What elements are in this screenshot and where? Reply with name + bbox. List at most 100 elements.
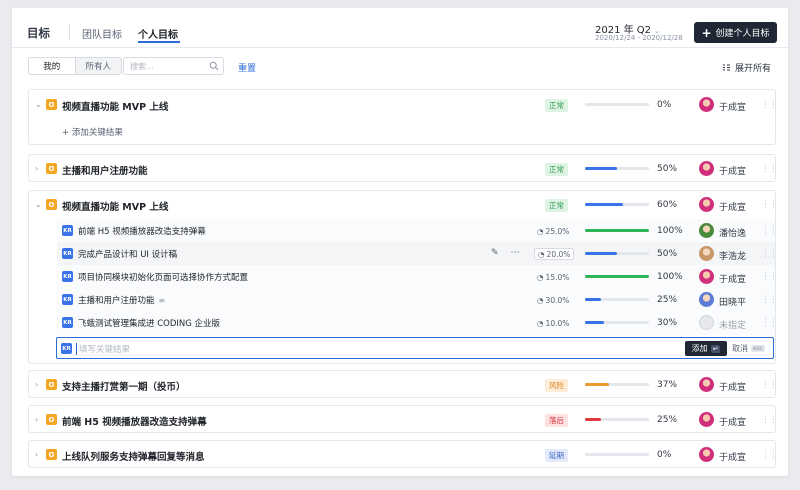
key-result-row[interactable]: KR 飞蛾测试管理集成进 CODING 企业版 ◔ 10.0% 30% 未指定 ⋮… — [57, 311, 778, 335]
progress-fill — [585, 275, 649, 278]
drag-handle-icon[interactable]: ⋮⋮ — [761, 249, 778, 259]
objective-row[interactable]: › O 支持主播打赏第一期（投币） 风险 37% 于成宣 ⋮⋮ — [29, 373, 778, 397]
progress-percent: 0% — [657, 100, 672, 110]
objective-card: › O 上线队列服务支持弹幕回复等消息 延期 0% 于成宣 ⋮⋮ — [28, 440, 778, 468]
status-badge[interactable]: 正常 — [545, 163, 568, 176]
drag-handle-icon[interactable]: ⋮⋮ — [761, 272, 778, 282]
chevron-down-icon[interactable]: ⌄ — [35, 200, 42, 209]
objective-row[interactable]: ⌄ O 视频直播功能 MVP 上线 正常 60% 于成宣 ⋮⋮ — [29, 193, 778, 217]
key-result-row[interactable]: KR 项目协同模块初始化页面可选择协作方式配置 ◔ 15.0% 100% 于成宣 … — [57, 265, 778, 289]
objective-card: ⌄ O 视频直播功能 MVP 上线 正常 0% 于成宣 ⋮⋮ + 添加关键结果 — [28, 89, 778, 145]
cancel-button-label: 取消 — [732, 344, 748, 353]
progress-fill — [585, 321, 605, 324]
tab-team-goals[interactable]: 团队目标 — [82, 26, 122, 41]
chevron-right-icon[interactable]: › — [35, 450, 38, 459]
progress-percent: 37% — [657, 380, 678, 390]
key-result-badge: KR — [62, 294, 73, 305]
enter-key-icon: ↵ — [710, 344, 721, 353]
cancel-button[interactable]: 取消 esc — [732, 341, 766, 356]
objective-row[interactable]: › O 上线队列服务支持弹幕回复等消息 延期 0% 于成宣 ⋮⋮ — [29, 443, 778, 467]
expand-all-label: 展开所有 — [735, 64, 772, 74]
drag-handle-icon[interactable]: ⋮⋮ — [761, 100, 778, 110]
edit-icon[interactable]: ✎ — [491, 248, 499, 258]
key-result-row[interactable]: KR 前端 H5 视频播放器改造支持弹幕 ◔ 25.0% 100% 潘怡逸 ⋮⋮ — [57, 219, 778, 243]
chevron-right-icon[interactable]: › — [35, 415, 38, 424]
add-key-result-row[interactable]: + 添加关键结果 — [29, 120, 775, 144]
drag-handle-icon[interactable]: ⋮⋮ — [761, 450, 778, 460]
avatar — [699, 412, 714, 427]
reset-filters-link[interactable]: 重置 — [238, 61, 256, 74]
chevron-down-icon[interactable]: ⌄ — [35, 100, 42, 109]
add-button-label: 添加 — [691, 344, 708, 353]
progress-fill — [585, 298, 601, 301]
drag-handle-icon[interactable]: ⋮⋮ — [761, 318, 778, 328]
objective-row[interactable]: › O 主播和用户注册功能 正常 50% 于成宣 ⋮⋮ — [29, 157, 778, 181]
key-result-title: 主播和用户注册功能 — [78, 296, 155, 306]
key-result-weight[interactable]: ◔ 30.0% — [534, 294, 572, 306]
expand-all-icon — [723, 64, 730, 71]
key-result-weight[interactable]: ◔ 25.0% — [534, 225, 572, 237]
pie-icon: ◔ — [537, 295, 544, 305]
filter-mine-button[interactable]: 我的 — [29, 58, 76, 74]
drag-handle-icon[interactable]: ⋮⋮ — [761, 226, 778, 236]
objective-title: 主播和用户注册功能 — [62, 166, 148, 177]
drag-handle-icon[interactable]: ⋮⋮ — [761, 380, 778, 390]
key-result-title: 项目协同模块初始化页面可选择协作方式配置 — [78, 273, 249, 283]
key-result-weight[interactable]: ◔ 20.0% — [534, 248, 575, 260]
create-personal-goal-button[interactable]: + 创建个人目标 — [694, 22, 777, 43]
unassigned-avatar — [699, 315, 714, 330]
progress-fill — [585, 418, 601, 421]
key-result-title: 完成产品设计和 UI 设计稿 — [78, 250, 178, 260]
owner-name: 潘怡逸 — [719, 229, 747, 239]
progress-percent: 25% — [657, 415, 678, 425]
objective-row[interactable]: › O 前端 H5 视频播放器改造支持弹幕 落后 25% 于成宣 ⋮⋮ — [29, 408, 778, 432]
status-badge[interactable]: 风险 — [545, 379, 568, 392]
more-icon[interactable]: ⋯ — [511, 248, 520, 258]
owner-name: 于成宣 — [719, 275, 747, 285]
key-result-row[interactable]: KR 完成产品设计和 UI 设计稿 ✎ ⋯ ◔ 20.0% 50% 李浩龙 ⋮⋮ — [57, 242, 778, 266]
progress-percent: 0% — [657, 450, 672, 460]
chevron-right-icon[interactable]: › — [35, 380, 38, 389]
search-input[interactable]: 搜索... — [123, 57, 224, 75]
progress-bar — [585, 275, 649, 278]
progress-percent: 100% — [657, 226, 683, 236]
objective-row[interactable]: ⌄ O 视频直播功能 MVP 上线 正常 0% 于成宣 ⋮⋮ — [29, 93, 778, 117]
search-placeholder: 搜索... — [130, 61, 154, 71]
status-badge[interactable]: 延期 — [545, 449, 568, 462]
plus-icon: + — [701, 25, 712, 40]
key-result-weight[interactable]: ◔ 10.0% — [534, 317, 572, 329]
avatar — [699, 447, 714, 462]
owner-name: 于成宣 — [719, 103, 747, 113]
chevron-right-icon[interactable]: › — [35, 164, 38, 173]
description-icon: ≡ — [158, 296, 166, 305]
drag-handle-icon[interactable]: ⋮⋮ — [761, 164, 778, 174]
filter-all-button[interactable]: 所有人 — [75, 58, 121, 74]
add-key-result-button[interactable]: 添加 ↵ — [685, 341, 727, 356]
new-key-result-input[interactable]: KR 填写关键结果 添加 ↵ 取消 esc — [56, 337, 774, 359]
key-result-weight[interactable]: ◔ 15.0% — [534, 271, 572, 283]
drag-handle-icon[interactable]: ⋮⋮ — [761, 415, 778, 425]
owner-name: 于成宣 — [719, 383, 747, 393]
owner-name: 李浩龙 — [719, 252, 747, 262]
status-badge[interactable]: 落后 — [545, 414, 568, 427]
weight-value: 30.0% — [545, 295, 570, 305]
key-result-input-placeholder: 填写关键结果 — [76, 343, 130, 355]
tab-personal-goals[interactable]: 个人目标 — [138, 26, 178, 41]
objective-card: › O 前端 H5 视频播放器改造支持弹幕 落后 25% 于成宣 ⋮⋮ — [28, 405, 778, 433]
progress-bar — [585, 453, 649, 456]
key-result-title: 飞蛾测试管理集成进 CODING 企业版 — [78, 319, 221, 329]
drag-handle-icon[interactable]: ⋮⋮ — [761, 200, 778, 210]
key-result-row[interactable]: KR 主播和用户注册功能 ≡ ◔ 30.0% 25% 田晓平 ⋮⋮ — [57, 288, 778, 312]
page-header: 目标 团队目标 个人目标 2021 年 Q2 ⌄ 2020/12/24 - 202… — [12, 8, 788, 48]
status-badge[interactable]: 正常 — [545, 99, 568, 112]
drag-handle-icon[interactable]: ⋮⋮ — [761, 295, 778, 305]
avatar — [699, 377, 714, 392]
add-key-result-link[interactable]: + 添加关键结果 — [62, 126, 123, 138]
objective-badge: O — [46, 449, 57, 460]
key-result-badge: KR — [62, 271, 73, 282]
expand-all-button[interactable]: 展开所有 — [722, 61, 771, 74]
progress-percent: 30% — [657, 318, 678, 328]
status-badge[interactable]: 正常 — [545, 199, 568, 212]
progress-percent: 60% — [657, 200, 678, 210]
objective-card: › O 主播和用户注册功能 正常 50% 于成宣 ⋮⋮ — [28, 154, 778, 182]
